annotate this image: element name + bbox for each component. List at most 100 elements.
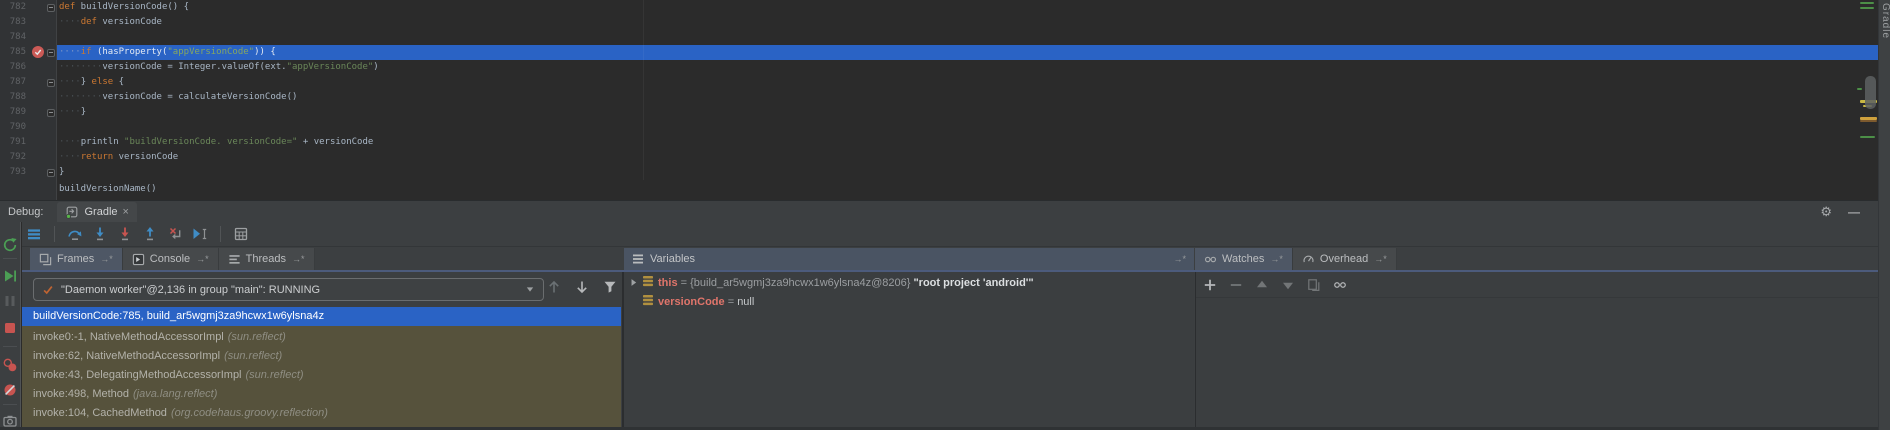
execution-line[interactable]: 785 ····if (hasProperty("appVersionCode")… (0, 45, 1878, 60)
gradle-stripe-button[interactable]: Gradle (1879, 3, 1890, 39)
line-number: 784 (9, 32, 26, 42)
code-line[interactable]: 790 (0, 120, 1878, 135)
debug-session-tab[interactable]: Gradle × (57, 201, 137, 222)
filter-button[interactable] (602, 279, 618, 295)
fold-icon[interactable] (47, 78, 55, 87)
expand-arrow-icon[interactable] (629, 274, 639, 292)
frames-icon (39, 253, 52, 266)
code-text: ········versionCode = Integer.valueOf(ex… (59, 62, 379, 72)
thread-selector-dropdown[interactable]: "Daemon worker"@2,136 in group "main": R… (33, 278, 544, 301)
stop-button[interactable] (2, 320, 18, 336)
close-icon[interactable]: × (123, 206, 129, 217)
tab-threads[interactable]: Threads →* (218, 248, 315, 270)
stack-frame[interactable]: invoke:62, NativeMethodAccessorImpl (sun.… (22, 347, 621, 366)
drop-frame-button[interactable] (167, 226, 183, 242)
breakpoint-gutter[interactable] (30, 60, 46, 75)
breakpoint-icon[interactable] (32, 46, 44, 58)
line-number: 782 (9, 2, 26, 12)
rerun-button[interactable] (2, 237, 18, 253)
breakpoint-gutter[interactable] (30, 0, 46, 15)
code-line[interactable]: 782 def buildVersionCode() { (0, 0, 1878, 15)
hide-toolwindow-button[interactable]: — (1848, 206, 1860, 218)
code-editor[interactable]: 782 def buildVersionCode() { 783 ····def ve… (0, 0, 1878, 200)
code-line[interactable]: 793} (0, 165, 1878, 180)
breakpoint-gutter[interactable] (30, 75, 46, 90)
step-into-button[interactable] (92, 226, 108, 242)
panel-options-indicator[interactable]: →* (1173, 254, 1186, 264)
add-watch-button[interactable] (1203, 278, 1217, 292)
code-line[interactable]: 784 (0, 30, 1878, 45)
code-line[interactable]: 791 ····println "buildVersionCode. versio… (0, 135, 1878, 150)
breakpoint-gutter[interactable] (30, 15, 46, 30)
code-line[interactable]: 789 ····} (0, 105, 1878, 120)
code-line[interactable]: 783 ····def versionCode (0, 15, 1878, 30)
tab-options-indicator: →* (1374, 254, 1387, 264)
tab-watches[interactable]: Watches →* (1195, 248, 1293, 270)
duplicate-watch-button[interactable] (1307, 278, 1321, 292)
code-text: def buildVersionCode() { (59, 2, 190, 12)
code-line[interactable]: 788 ········versionCode = calculateVersio… (0, 90, 1878, 105)
code-text: ····} else { (59, 77, 125, 87)
code-line[interactable]: 786 ········versionCode = Integer.valueOf… (0, 60, 1878, 75)
watches-toolbar (1196, 272, 1879, 298)
view-breakpoints-button[interactable] (2, 357, 18, 373)
code-text: ····} (59, 107, 87, 117)
stack-frame-selected[interactable]: buildVersionCode:785, build_ar5wgmj3za9h… (22, 307, 621, 326)
variable-row[interactable]: this = {build_ar5wgmj3za9hcwx1w6ylsna4z@… (624, 273, 1194, 292)
resume-button[interactable] (2, 268, 18, 284)
variable-row[interactable]: versionCode = null (624, 292, 1194, 311)
fold-icon[interactable] (47, 108, 55, 117)
show-execution-point-button[interactable] (26, 226, 42, 242)
breakpoint-gutter[interactable] (30, 120, 46, 135)
watches-panel (1195, 272, 1879, 427)
step-over-button[interactable] (67, 226, 83, 242)
breakpoint-gutter[interactable] (30, 45, 46, 60)
tab-overhead[interactable]: Overhead →* (1292, 248, 1397, 270)
nav-down-button[interactable] (574, 279, 590, 295)
run-to-cursor-button[interactable] (192, 226, 208, 242)
line-number: 787 (9, 77, 26, 87)
console-icon (132, 253, 145, 266)
breakpoint-gutter[interactable] (30, 90, 46, 105)
mute-breakpoints-button[interactable] (2, 382, 18, 398)
fold-icon[interactable] (47, 168, 55, 177)
remove-watch-button[interactable] (1229, 278, 1243, 292)
error-stripe-mark (1860, 136, 1875, 138)
evaluate-expression-button[interactable] (233, 226, 249, 242)
code-line[interactable]: buildVersionName() (59, 182, 157, 197)
nav-up-button[interactable] (546, 279, 562, 295)
breakpoint-gutter[interactable] (30, 135, 46, 150)
breakpoint-gutter[interactable] (30, 150, 46, 165)
pause-button[interactable] (2, 293, 18, 309)
toolbar-separator (3, 258, 17, 259)
stack-frame[interactable]: invoke:43, DelegatingMethodAccessorImpl(… (22, 366, 621, 385)
fold-gutter (46, 90, 57, 105)
toolbar-separator (3, 346, 17, 347)
stack-frame[interactable]: invoke0:-1, NativeMethodAccessorImpl (sun… (22, 328, 621, 347)
show-watches-watch-button[interactable] (1333, 278, 1347, 292)
step-out-button[interactable] (142, 226, 158, 242)
move-down-watch-button[interactable] (1281, 278, 1295, 292)
tab-label: Overhead (1319, 253, 1369, 265)
fold-icon[interactable] (47, 3, 55, 12)
fold-icon[interactable] (47, 48, 55, 57)
panel-header-band: Frames →* Console →* Threads →* Variables →* … (22, 248, 1878, 270)
tool-window-stripe: Gradle (1878, 0, 1890, 430)
scrollbar-thumb[interactable] (1865, 76, 1876, 109)
breakpoint-gutter[interactable] (30, 165, 46, 180)
variables-panel-header: Variables →* (624, 248, 1194, 270)
stack-frame[interactable]: invoke:104, CachedMethod (org.codehaus.gr… (22, 404, 621, 423)
breakpoint-gutter[interactable] (30, 105, 46, 120)
force-step-into-button[interactable] (117, 226, 133, 242)
threads-icon (228, 253, 241, 266)
code-text: ········versionCode = calculateVersionCo… (59, 92, 298, 102)
tab-console[interactable]: Console →* (122, 248, 219, 270)
code-line[interactable]: 787 ····} else { (0, 75, 1878, 90)
breakpoint-gutter[interactable] (30, 30, 46, 45)
variable-icon (642, 274, 654, 292)
move-up-watch-button[interactable] (1255, 278, 1269, 292)
gear-icon[interactable]: ⚙ (1820, 205, 1832, 218)
tab-frames[interactable]: Frames →* (30, 248, 123, 270)
stack-frame[interactable]: invoke:498, Method (java.lang.reflect) (22, 385, 621, 404)
code-line[interactable]: 792 ····return versionCode (0, 150, 1878, 165)
